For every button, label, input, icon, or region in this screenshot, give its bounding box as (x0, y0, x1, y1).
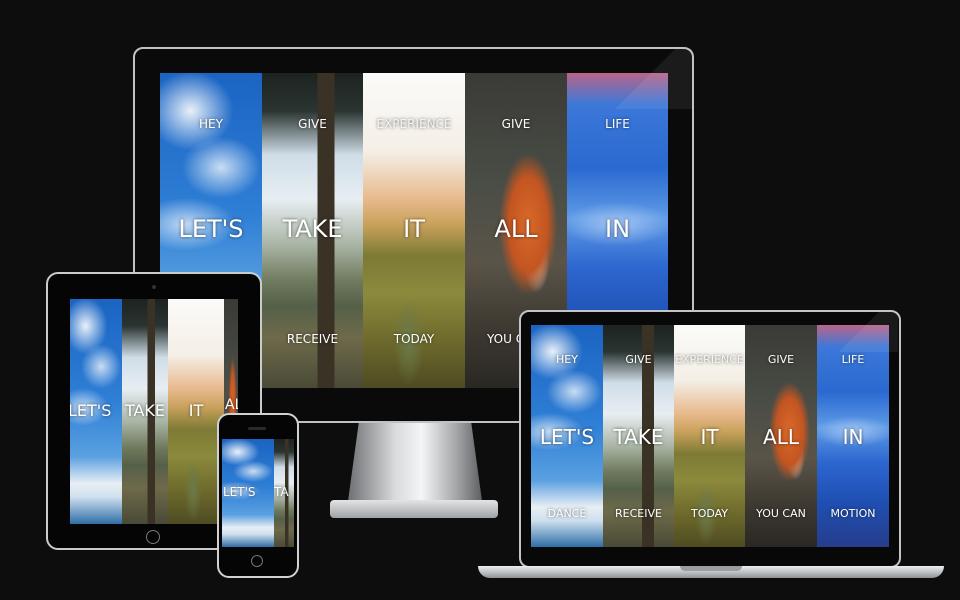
panel-main-label: TAKE (613, 425, 664, 449)
panel-top-label: EXPERIENCE (376, 117, 452, 131)
phone-speaker (248, 427, 266, 430)
panel-main-label: LET'S (178, 215, 244, 243)
panel-main-label: TAKE (124, 401, 166, 420)
panel-top-label: LIFE (605, 117, 630, 131)
panel-main-label: IT (700, 425, 719, 449)
panel-main-label: IN (842, 425, 864, 449)
panel-bottom-label: TODAY (393, 332, 435, 346)
tablet-screen: LET'S TAKE IT AL (70, 299, 238, 524)
panel-sky[interactable]: LET'S (70, 299, 122, 524)
panel-dock[interactable]: GIVE TAKE RECEIVE (603, 325, 674, 547)
panel-dock[interactable]: GIVE TAKE RECEIVE (262, 73, 363, 388)
panel-dock[interactable]: TAKE (122, 299, 168, 524)
panel-bottom-label: TODAY (690, 507, 729, 520)
panel-road[interactable]: IT (168, 299, 224, 524)
panel-main-label: TAKE (282, 215, 343, 243)
phone-screen: LET'S TA (222, 439, 294, 547)
panel-main-label: AL (225, 397, 238, 413)
tablet-camera (152, 285, 156, 289)
panel-bottom-label: DANCE (547, 507, 587, 520)
panel-dock[interactable]: TA (274, 439, 294, 547)
monitor-stand-foot (330, 500, 498, 518)
panel-top-label: GIVE (625, 353, 652, 366)
panel-main-label: LET'S (70, 401, 112, 420)
tablet-home-button[interactable] (146, 530, 160, 544)
panel-main-label: ALL (494, 215, 538, 243)
panel-main-label: ALL (763, 425, 799, 449)
panel-top-label: HEY (199, 117, 223, 131)
panel-road[interactable]: EXPERIENCE IT TODAY (674, 325, 745, 547)
panel-top-label: EXPERIENCE (675, 353, 744, 366)
panel-blue[interactable]: LIFE IN MOTION (817, 325, 889, 547)
panel-bottom-label: MOTION (830, 507, 876, 520)
panel-main-label: LET'S (223, 485, 256, 499)
panel-main-label: IT (403, 215, 425, 243)
panel-sky[interactable]: HEY LET'S DANCE (531, 325, 603, 547)
panel-bottom-label: YOU CAN (756, 507, 806, 520)
panel-road[interactable]: EXPERIENCE IT TODAY (363, 73, 465, 388)
phone-home-button[interactable] (251, 555, 263, 567)
panel-top-label: GIVE (767, 353, 795, 366)
panel-main-label: TA (274, 485, 289, 499)
panel-main-label: IT (188, 401, 204, 420)
panel-top-label: GIVE (501, 117, 531, 131)
panel-top-label: HEY (556, 353, 578, 366)
panel-main-label: IN (604, 215, 631, 243)
panel-bottom-label: RECEIVE (615, 507, 662, 520)
monitor-stand-neck (348, 423, 482, 501)
laptop-notch (680, 566, 742, 571)
panel-fox[interactable]: GIVE ALL YOU CAN (745, 325, 817, 547)
panel-sky[interactable]: LET'S (222, 439, 274, 547)
panel-bottom-label: RECEIVE (286, 332, 339, 346)
laptop-screen: HEY LET'S DANCE GIVE TAKE RECEIVE EXPERI… (531, 325, 889, 547)
panel-top-label: LIFE (841, 353, 865, 366)
panel-top-label: GIVE (298, 117, 327, 131)
panel-main-label: LET'S (539, 425, 595, 449)
